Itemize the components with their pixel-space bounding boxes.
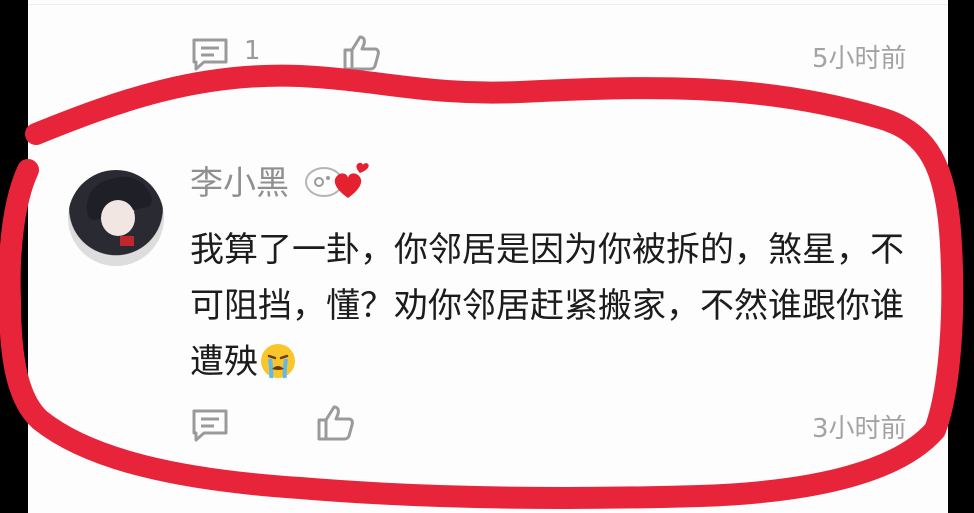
heart-badge-icon xyxy=(304,160,372,200)
reply-count: 1 xyxy=(244,36,261,66)
crying-face-emoji xyxy=(260,340,296,379)
comment-text: 我算了一卦，你邻居是因为你被拆的，煞星，不可阻挡，懂？劝你邻居赶紧搬家，不然谁跟… xyxy=(190,222,930,390)
timestamp: 5小时前 xyxy=(812,44,907,74)
username[interactable]: 李小黑 xyxy=(190,156,289,204)
like-icon[interactable] xyxy=(316,404,354,442)
avatar[interactable] xyxy=(68,170,164,266)
like-icon[interactable] xyxy=(342,34,380,72)
timestamp: 3小时前 xyxy=(812,414,907,444)
comment-feed: 1 5小时前 李小黑 我算了一卦，你邻居是因为你被拆的，煞星，不可阻挡，懂？劝你… xyxy=(28,0,948,513)
comment-icon[interactable] xyxy=(190,407,230,443)
comment-icon[interactable] xyxy=(190,36,230,72)
comment-body: 我算了一卦，你邻居是因为你被拆的，煞星，不可阻挡，懂？劝你邻居赶紧搬家，不然谁跟… xyxy=(190,230,904,382)
divider xyxy=(28,4,948,5)
